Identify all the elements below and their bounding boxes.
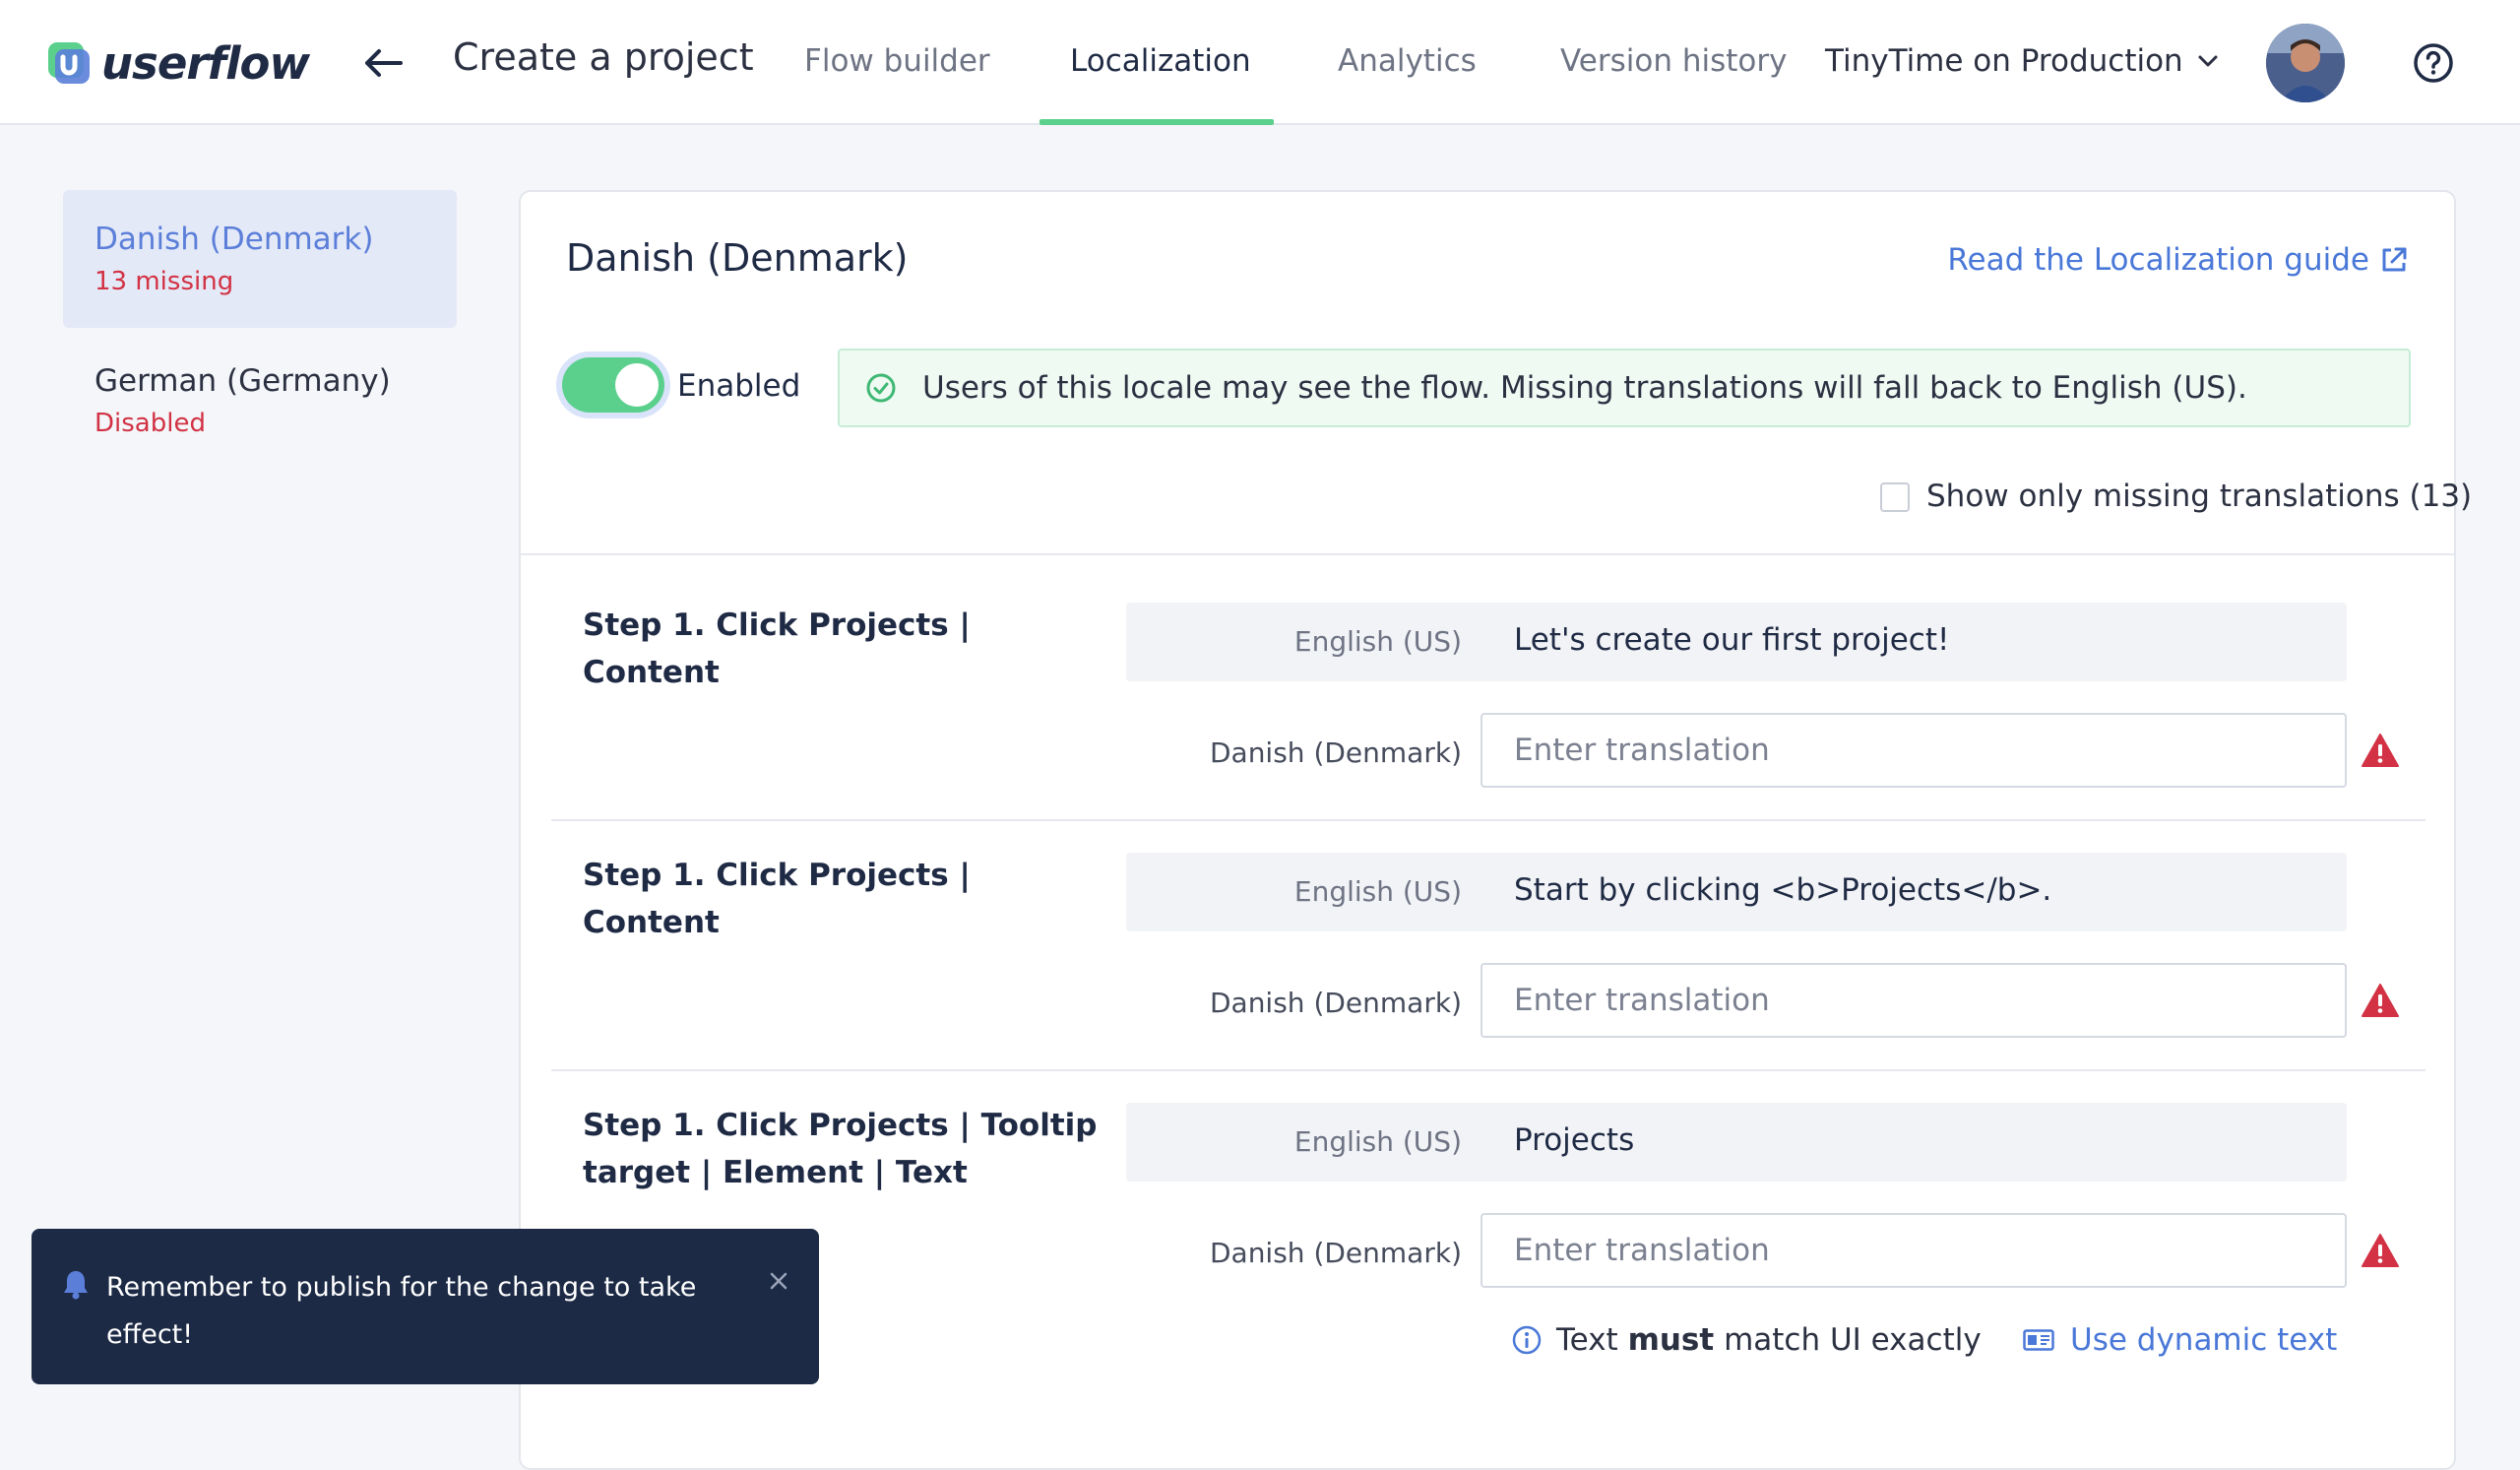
close-icon[interactable] — [766, 1268, 791, 1294]
target-language-label: Danish (Denmark) — [1209, 987, 1462, 1019]
toast-message: Remember to publish for the change to ta… — [106, 1272, 697, 1350]
warning-icon — [2362, 1234, 2399, 1267]
translation-input[interactable] — [1480, 713, 2347, 788]
show-missing-label[interactable]: Show only missing translations (13) — [1926, 479, 2472, 514]
tab-flow-builder[interactable]: Flow builder — [804, 43, 990, 79]
locale-name: German (Germany) — [94, 363, 391, 399]
info-icon — [1512, 1325, 1542, 1355]
translation-input[interactable] — [1480, 963, 2347, 1038]
userflow-logo[interactable]: userflow — [46, 35, 310, 91]
locale-enabled-toggle[interactable] — [562, 357, 664, 413]
row-divider — [551, 1069, 2426, 1071]
localization-guide-link[interactable]: Read the Localization guide — [1947, 242, 2409, 278]
project-title: Create a project — [453, 35, 754, 79]
environment-selector[interactable]: TinyTime on Production — [1825, 43, 2219, 79]
chevron-down-icon — [2198, 55, 2218, 67]
tab-version-history[interactable]: Version history — [1560, 43, 1787, 79]
active-tab-indicator — [1040, 119, 1274, 125]
check-circle-icon — [866, 373, 896, 403]
locale-status-banner: Users of this locale may see the flow. M… — [838, 349, 2411, 427]
source-text: Let's create our first project! — [1514, 622, 1950, 658]
user-avatar-image — [2266, 24, 2345, 102]
locale-disabled-status: Disabled — [94, 409, 206, 438]
use-dynamic-text-link[interactable]: Use dynamic text — [2023, 1322, 2337, 1358]
step-title: Step 1. Click Projects | Content — [583, 607, 971, 690]
section-divider — [521, 553, 2454, 555]
help-icon[interactable] — [2413, 42, 2454, 84]
hint-prefix: Text — [1556, 1322, 1628, 1358]
sidebar-locale-german[interactable]: German (Germany) Disabled — [63, 332, 457, 470]
source-language-label: English (US) — [1293, 1125, 1462, 1158]
locale-missing-count: 13 missing — [94, 267, 234, 296]
back-arrow-icon[interactable] — [359, 39, 407, 87]
translation-input[interactable] — [1480, 1213, 2347, 1288]
step-title: Step 1. Click Projects | Tooltip target … — [583, 1108, 1098, 1190]
bell-icon — [64, 1271, 88, 1300]
top-navigation-bar: userflow Create a project Flow builder L… — [0, 0, 2520, 125]
tab-analytics[interactable]: Analytics — [1338, 43, 1477, 79]
toggle-knob — [615, 363, 659, 407]
tab-localization[interactable]: Localization — [1070, 43, 1251, 79]
toggle-label: Enabled — [677, 368, 801, 404]
banner-text: Users of this locale may see the flow. M… — [922, 370, 2247, 406]
external-link-icon — [2382, 247, 2407, 272]
logo-text: userflow — [101, 36, 310, 90]
show-missing-checkbox[interactable] — [1880, 482, 1910, 512]
locale-name: Danish (Denmark) — [94, 222, 374, 257]
row-divider — [551, 819, 2426, 821]
publish-reminder-toast: Remember to publish for the change to ta… — [32, 1229, 819, 1384]
text-match-hint: Text must match UI exactly — [1511, 1322, 1982, 1358]
source-language-label: English (US) — [1293, 625, 1462, 658]
warning-icon — [2362, 734, 2399, 767]
environment-label: TinyTime on Production — [1825, 43, 2183, 79]
step-title: Step 1. Click Projects | Content — [583, 858, 971, 940]
userflow-logo-icon — [48, 42, 90, 84]
target-language-label: Danish (Denmark) — [1209, 1237, 1462, 1269]
user-avatar[interactable] — [2266, 24, 2345, 102]
hint-suffix: match UI exactly — [1714, 1322, 1982, 1358]
sidebar-locale-danish[interactable]: Danish (Denmark) 13 missing — [63, 190, 457, 328]
target-language-label: Danish (Denmark) — [1209, 736, 1462, 769]
dynamic-text-label: Use dynamic text — [2070, 1322, 2338, 1358]
locale-title: Danish (Denmark) — [566, 236, 909, 280]
hint-emphasis: must — [1627, 1322, 1715, 1358]
source-text: Start by clicking <b>Projects</b>. — [1514, 872, 2052, 908]
guide-link-label: Read the Localization guide — [1947, 242, 2369, 278]
source-text: Projects — [1514, 1122, 1635, 1158]
warning-icon — [2362, 984, 2399, 1017]
dynamic-text-icon — [2023, 1329, 2054, 1351]
source-language-label: English (US) — [1293, 875, 1462, 908]
